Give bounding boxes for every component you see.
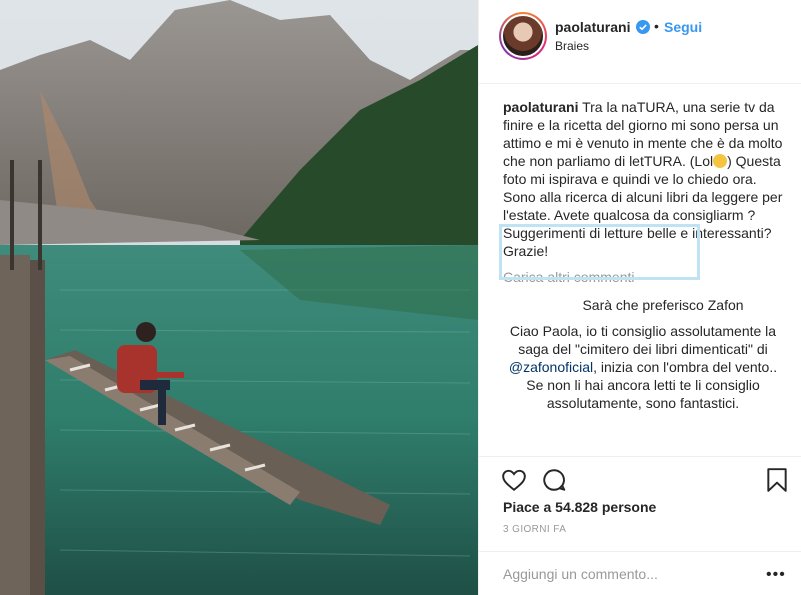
comment-text-part1: Ciao Paola, io ti consiglio assolutament… bbox=[509, 323, 777, 357]
add-comment-bar: Aggiungi un commento... ••• bbox=[479, 551, 801, 595]
rolling-laughing-emoji-icon bbox=[713, 154, 728, 168]
post-timestamp[interactable]: 3 GIORNI FA bbox=[503, 524, 566, 535]
mention-link[interactable]: @zafonoficial bbox=[509, 359, 593, 375]
avatar[interactable] bbox=[499, 12, 547, 60]
post-actions: Piace a 54.828 persone 3 GIORNI FA Aggiu… bbox=[479, 456, 801, 595]
likes-count[interactable]: Piace a 54.828 persone bbox=[503, 499, 656, 515]
caption: paolaturani Tra la naTURA, una serie tv … bbox=[499, 98, 783, 280]
follow-button[interactable]: Segui bbox=[664, 19, 702, 35]
add-comment-input[interactable]: Aggiungi un commento... bbox=[503, 566, 658, 582]
header-separator: • bbox=[654, 18, 659, 34]
post-side-panel: paolaturani • Segui Braies paolaturani T… bbox=[478, 0, 801, 595]
post-photo[interactable] bbox=[0, 0, 478, 595]
heart-icon[interactable] bbox=[501, 467, 527, 493]
load-more-comments-button[interactable]: Carica altri commenti bbox=[503, 268, 783, 286]
more-options-icon[interactable]: ••• bbox=[766, 566, 786, 584]
comments-section: paolaturani Tra la naTURA, una serie tv … bbox=[499, 98, 783, 412]
bookmark-icon[interactable] bbox=[766, 467, 788, 493]
comment-item: Sarà che preferisco Zafon bbox=[503, 296, 783, 314]
comment-item: Ciao Paola, io ti consiglio assolutament… bbox=[503, 322, 783, 412]
verified-badge-icon bbox=[636, 20, 650, 34]
header-username[interactable]: paolaturani bbox=[555, 19, 630, 35]
lake-mountain-photo bbox=[0, 0, 478, 595]
comment-icon[interactable] bbox=[541, 467, 567, 493]
comment-text: Sarà che preferisco Zafon bbox=[582, 297, 744, 313]
post-header: paolaturani • Segui Braies bbox=[479, 0, 801, 84]
caption-username[interactable]: paolaturani bbox=[503, 99, 578, 115]
location-link[interactable]: Braies bbox=[555, 39, 589, 53]
